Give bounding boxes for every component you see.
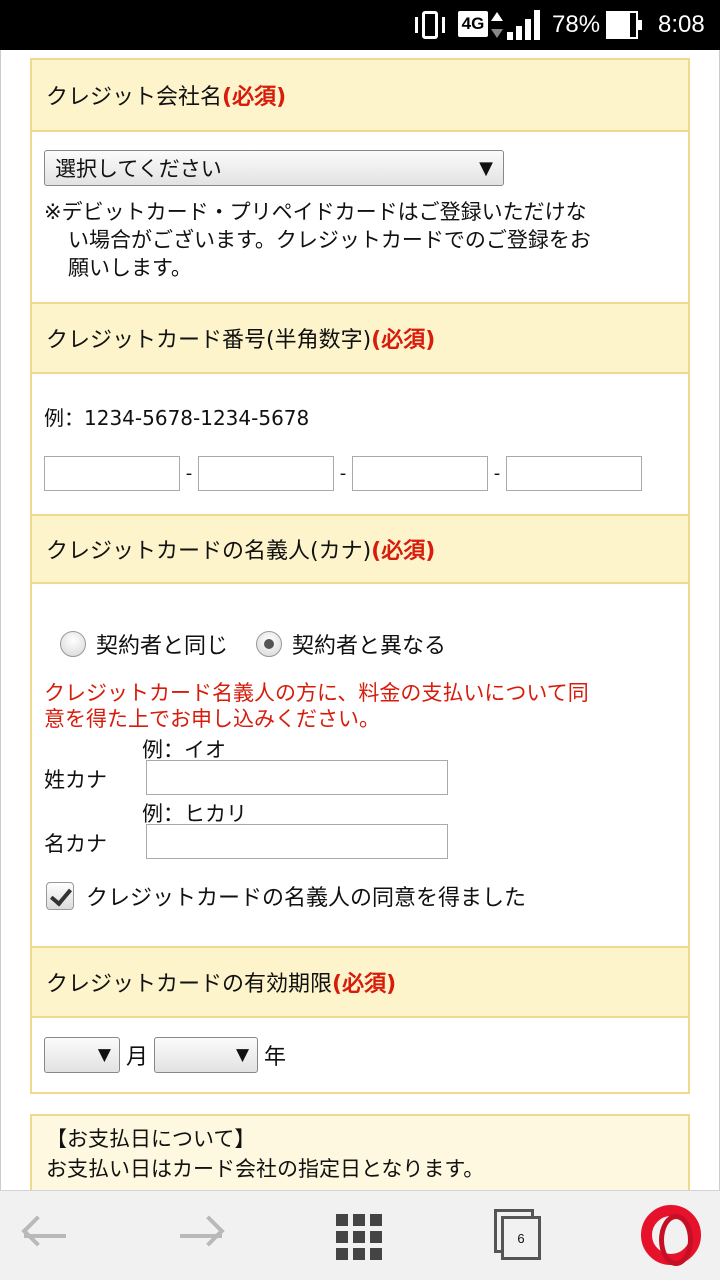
holder-radio-group: 契約者と同じ 契約者と異なる [60, 628, 446, 660]
section-header: クレジット会社名 (必須) [32, 60, 688, 132]
month-unit: 月 [126, 1045, 149, 1070]
status-bar: 4G 78% 8:08 [0, 0, 720, 50]
vibrate-icon [414, 9, 446, 41]
radio-same-label: 契約者と同じ [96, 634, 229, 659]
consent-checkbox[interactable] [46, 882, 74, 910]
opera-menu-icon[interactable] [641, 1205, 701, 1266]
expiry-month-select[interactable]: ▼ [44, 1037, 120, 1073]
consent-label: クレジットカードの名義人の同意を得ました [86, 886, 527, 911]
radio-different[interactable] [256, 631, 283, 657]
consent-row: クレジットカードの名義人の同意を得ました [46, 880, 526, 912]
card-number-field-3[interactable] [352, 456, 488, 491]
radio-same[interactable] [60, 631, 86, 657]
chevron-down-icon: ▼ [97, 1045, 111, 1065]
section-body: ▼ 月 ▼ 年 [32, 1018, 688, 1092]
tabs-button[interactable]: 6 [494, 1209, 542, 1261]
battery-percent: 78% [552, 11, 601, 38]
first-name-label: 名カナ [44, 832, 107, 856]
chevron-down-icon: ▼ [479, 157, 493, 179]
card-number-field-1[interactable] [44, 456, 180, 491]
note-line: 願いします。 [68, 256, 192, 280]
data-activity-icon [491, 12, 503, 38]
payday-title: 【お支払日について】 [46, 1127, 256, 1151]
note-line: ※デビットカード・プリペイドカードはご登録いただけな [44, 200, 587, 224]
credit-company-select[interactable]: 選択してください ▼ [44, 150, 504, 186]
section-body: 選択してください ▼ ※デビットカード・プリペイドカードはご登録いただけな い場… [32, 132, 688, 302]
forward-arrow-icon[interactable] [174, 1209, 228, 1263]
section-credit-company: クレジット会社名 (必須) 選択してください ▼ ※デビットカード・プリペイドカー… [30, 58, 690, 302]
section-title: クレジットカードの有効期限 [46, 972, 333, 997]
debit-card-note: ※デビットカード・プリペイドカードはご登録いただけな い場合がございます。クレジ… [44, 198, 591, 282]
page-edge [0, 50, 1, 1190]
section-title: クレジットカード番号(半角数字) [46, 328, 372, 353]
required-mark: (必須) [371, 539, 436, 564]
section-body: 例：1234-5678-1234-5678 - - - [32, 374, 688, 514]
tab-count: 6 [501, 1216, 541, 1260]
section-title: クレジットカードの名義人(カナ) [46, 539, 372, 564]
first-name-kana-input[interactable] [146, 824, 448, 859]
clock: 8:08 [658, 11, 705, 38]
separator: - [493, 463, 501, 484]
section-card-holder: クレジットカードの名義人(カナ) (必須) 契約者と同じ 契約者と異なる クレジッ… [30, 514, 690, 946]
card-number-field-4[interactable] [506, 456, 642, 491]
note-line: い場合がございます。クレジットカードでのご登録をお [68, 228, 591, 252]
required-mark: (必須) [222, 85, 287, 110]
first-name-row: 例：ヒカリ 名カナ [44, 798, 484, 862]
section-expiry: クレジットカードの有効期限 (必須) ▼ 月 ▼ 年 [30, 946, 690, 1094]
card-number-inputs: - - - [44, 456, 642, 491]
section-card-number: クレジットカード番号(半角数字) (必須) 例：1234-5678-1234-56… [30, 302, 690, 514]
browser-bottom-bar: 6 [0, 1190, 720, 1280]
last-name-label: 姓カナ [44, 768, 107, 792]
select-value: 選択してください [55, 157, 222, 181]
section-title: クレジット会社名 [46, 85, 223, 110]
back-arrow-icon[interactable] [18, 1209, 72, 1263]
card-number-field-2[interactable] [198, 456, 334, 491]
required-mark: (必須) [371, 328, 436, 353]
payment-form: クレジット会社名 (必須) 選択してください ▼ ※デビットカード・プリペイドカー… [30, 58, 690, 1094]
network-type: 4G [458, 11, 488, 37]
year-unit: 年 [264, 1045, 287, 1070]
separator: - [339, 463, 347, 484]
section-header: クレジットカードの有効期限 (必須) [32, 948, 688, 1018]
warning-line: 意を得た上でお申し込みください。 [44, 707, 380, 731]
radio-different-label: 契約者と異なる [292, 634, 447, 659]
signal-icon [507, 10, 543, 40]
required-mark: (必須) [332, 972, 397, 997]
separator: - [185, 463, 193, 484]
chevron-down-icon: ▼ [235, 1045, 250, 1065]
last-name-row: 例：イオ 姓カナ [44, 734, 484, 798]
speed-dial-grid-icon[interactable] [336, 1214, 382, 1260]
section-header: クレジットカード番号(半角数字) (必須) [32, 304, 688, 374]
card-number-example: 例：1234-5678-1234-5678 [44, 406, 310, 430]
section-body: 契約者と同じ 契約者と異なる クレジットカード名義人の方に、料金の支払いについて… [32, 584, 688, 946]
section-header: クレジットカードの名義人(カナ) (必須) [32, 516, 688, 584]
battery-icon [606, 11, 642, 39]
consent-warning: クレジットカード名義人の方に、料金の支払いについて同 意を得た上でお申し込みくだ… [44, 680, 589, 732]
last-name-kana-input[interactable] [146, 760, 448, 795]
expiry-year-select[interactable]: ▼ [154, 1037, 259, 1073]
warning-line: クレジットカード名義人の方に、料金の支払いについて同 [44, 681, 589, 705]
payday-text: お支払い日はカード会社の指定日となります。 [46, 1157, 485, 1181]
